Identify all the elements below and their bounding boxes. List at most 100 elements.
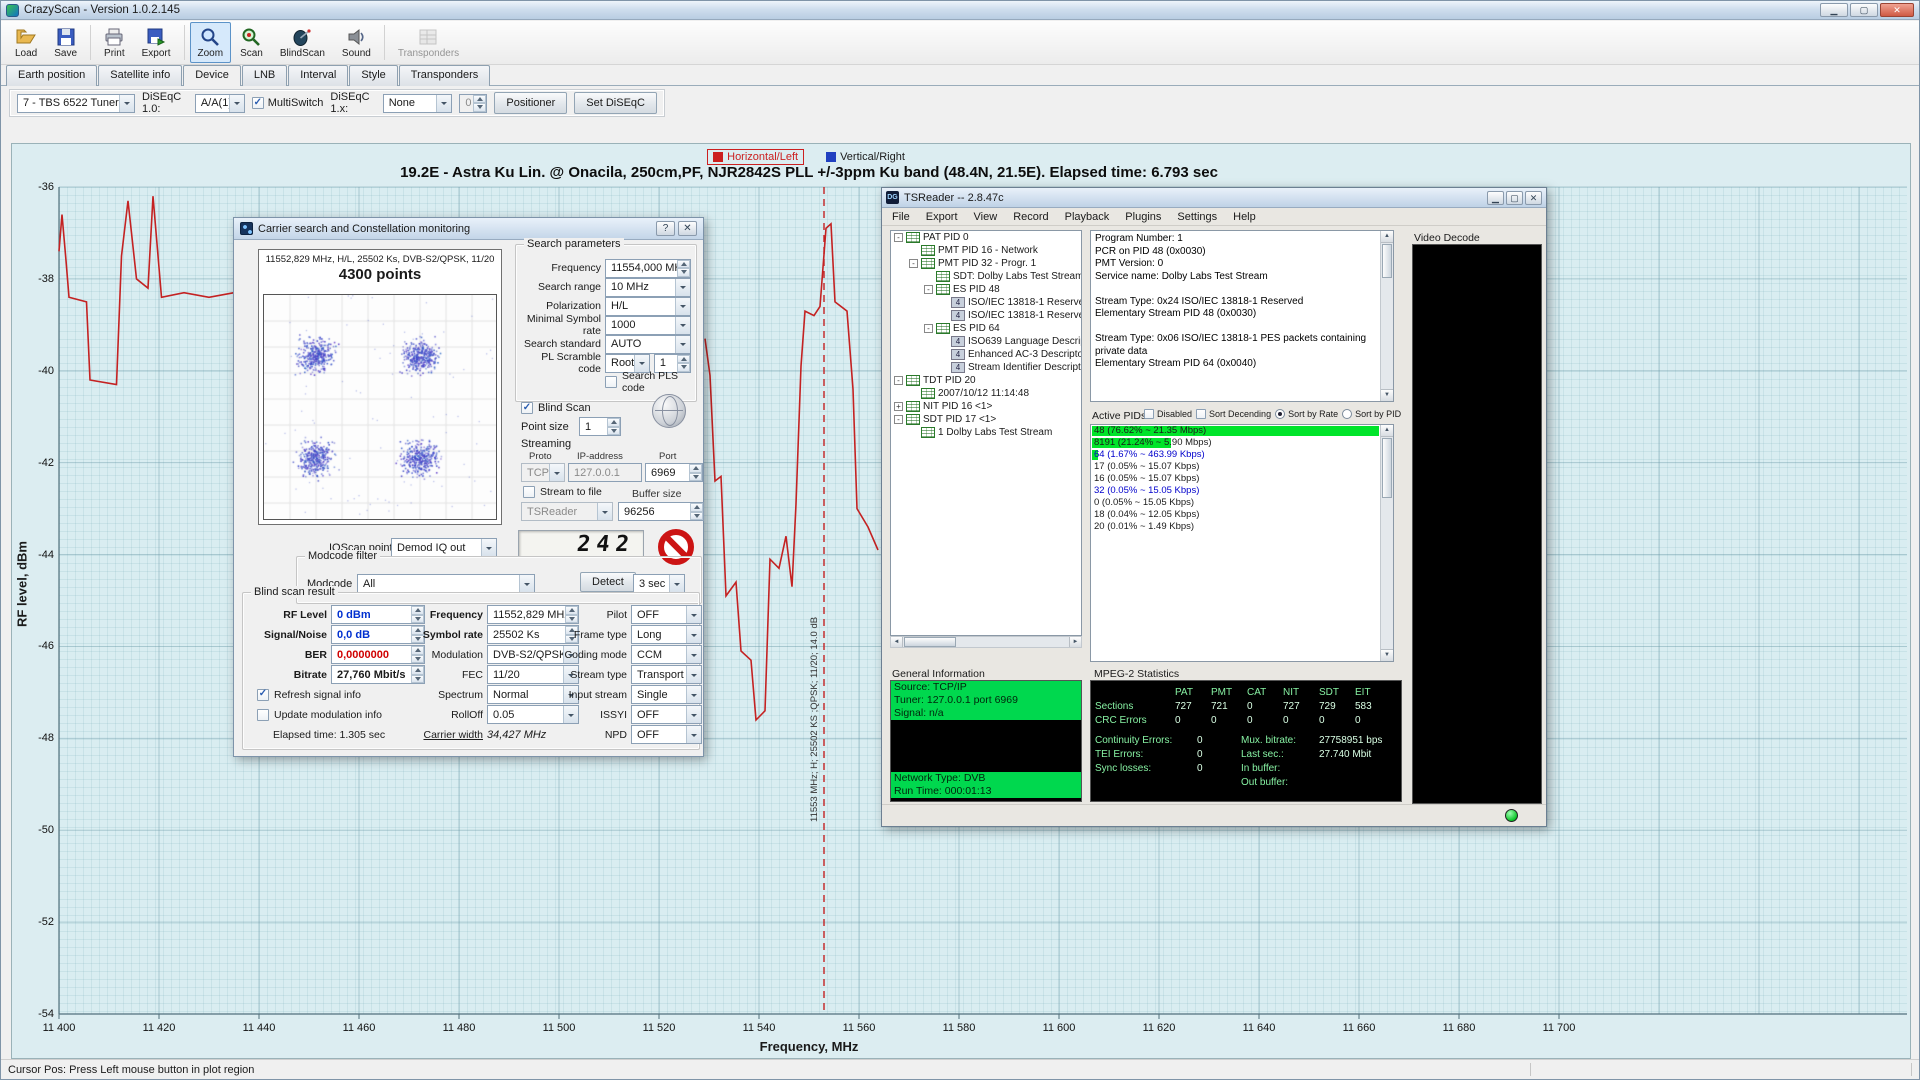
help-button[interactable]: ? bbox=[656, 221, 675, 236]
tree-item[interactable]: -ES PID 48 bbox=[891, 283, 1081, 296]
tree-item[interactable]: 2007/10/12 11:14:48 bbox=[891, 387, 1081, 400]
load-button[interactable]: Load bbox=[7, 22, 45, 63]
result-c3-5-select[interactable]: OFF bbox=[631, 705, 702, 724]
tree-item[interactable]: +NIT PID 16 <1> bbox=[891, 400, 1081, 413]
tree-item[interactable]: 4ISO/IEC 13818-1 Reserved bbox=[891, 309, 1081, 322]
spinner-arrows[interactable] bbox=[677, 260, 690, 277]
scroll-up-icon[interactable]: ▲ bbox=[1381, 231, 1393, 243]
scroll-left-icon[interactable]: ◄ bbox=[891, 637, 903, 647]
tree-item[interactable]: 4ISO639 Language Descripto bbox=[891, 335, 1081, 348]
scroll-down-icon[interactable]: ▼ bbox=[1381, 389, 1393, 401]
spinner-arrows[interactable] bbox=[607, 418, 620, 435]
search-2-select[interactable]: H/L bbox=[605, 297, 691, 316]
collapse-icon[interactable]: - bbox=[909, 259, 918, 268]
result-c3-4-select[interactable]: Single bbox=[631, 685, 702, 704]
result-c3-6-select[interactable]: OFF bbox=[631, 725, 702, 744]
tsreader-close-button[interactable]: ✕ bbox=[1525, 191, 1542, 205]
tsreader-titlebar[interactable]: DG TSReader -- 2.8.47c ▁ ▢ ✕ bbox=[882, 188, 1546, 208]
proto-select[interactable]: TCP bbox=[521, 463, 565, 482]
menu-file[interactable]: File bbox=[884, 209, 918, 225]
pid-row[interactable]: 18 (0.04% ~ 12.05 Kbps) bbox=[1091, 509, 1393, 521]
tree-item[interactable]: -SDT PID 17 <1> bbox=[891, 413, 1081, 426]
scroll-thumb[interactable] bbox=[904, 637, 956, 647]
search-1-select[interactable]: 10 MHz bbox=[605, 278, 691, 297]
tree-horizontal-scrollbar[interactable]: ◄ ► bbox=[890, 636, 1082, 648]
spinner-arrows[interactable] bbox=[690, 503, 703, 520]
collapse-icon[interactable]: - bbox=[894, 415, 903, 424]
menu-settings[interactable]: Settings bbox=[1169, 209, 1225, 225]
menu-export[interactable]: Export bbox=[918, 209, 966, 225]
details-scrollbar[interactable]: ▲ ▼ bbox=[1380, 231, 1393, 401]
sound-button[interactable]: Sound bbox=[334, 22, 379, 63]
tab-lnb[interactable]: LNB bbox=[242, 65, 287, 86]
legend-item-horizontal-left[interactable]: Horizontal/Left bbox=[707, 149, 804, 165]
tree-item[interactable]: -TDT PID 20 bbox=[891, 374, 1081, 387]
tsreader-maximize-button[interactable]: ▢ bbox=[1506, 191, 1523, 205]
search-4-select[interactable]: AUTO bbox=[605, 335, 691, 354]
detect-interval-select[interactable]: 3 sec bbox=[633, 574, 685, 593]
set-diseqc-button[interactable]: Set DiSEqC bbox=[574, 92, 657, 114]
tree-item[interactable]: SDT: Dolby Labs Test Stream bbox=[891, 270, 1081, 283]
menu-plugins[interactable]: Plugins bbox=[1117, 209, 1169, 225]
buffer-size-stepper[interactable]: 96256 bbox=[618, 502, 704, 521]
tab-interval[interactable]: Interval bbox=[288, 65, 348, 86]
tsreader-minimize-button[interactable]: ▁ bbox=[1487, 191, 1504, 205]
ip-address-field[interactable]: 127.0.0.1 bbox=[568, 463, 642, 482]
update-modulation-info-checkbox[interactable] bbox=[257, 709, 269, 721]
pid-row[interactable]: 17 (0.05% ~ 15.07 Kbps) bbox=[1091, 461, 1393, 473]
port-stepper[interactable]: 6969 bbox=[645, 463, 703, 482]
tab-transponders[interactable]: Transponders bbox=[399, 65, 490, 86]
spin-down-icon[interactable] bbox=[677, 268, 690, 277]
spinner-arrows[interactable] bbox=[473, 95, 486, 112]
result-c3-1-select[interactable]: Long bbox=[631, 625, 702, 644]
collapse-icon[interactable]: - bbox=[894, 376, 903, 385]
diseqc1x-select[interactable]: None bbox=[383, 94, 453, 113]
menu-view[interactable]: View bbox=[966, 209, 1006, 225]
tree-item[interactable]: 4Enhanced AC-3 Descriptor bbox=[891, 348, 1081, 361]
scroll-thumb[interactable] bbox=[1382, 438, 1392, 498]
tree-item[interactable]: 4Stream Identifier Descriptor bbox=[891, 361, 1081, 374]
tree-item[interactable]: -ES PID 64 bbox=[891, 322, 1081, 335]
dialog-close-button[interactable]: ✕ bbox=[678, 221, 697, 236]
export-button[interactable]: Export bbox=[134, 22, 179, 63]
diseqc10-select[interactable]: A/A(1) bbox=[195, 94, 245, 113]
scroll-right-icon[interactable]: ► bbox=[1069, 637, 1081, 647]
pid-row[interactable]: 8191 (21.24% ~ 5.90 Mbps) bbox=[1091, 437, 1393, 449]
pid-row[interactable]: 0 (0.05% ~ 15.05 Kbps) bbox=[1091, 497, 1393, 509]
collapse-icon[interactable]: - bbox=[924, 324, 933, 333]
scroll-thumb[interactable] bbox=[1382, 244, 1392, 278]
pid-row[interactable]: 20 (0.01% ~ 1.49 Kbps) bbox=[1091, 521, 1393, 533]
close-button[interactable]: ✕ bbox=[1880, 3, 1914, 17]
print-button[interactable]: Print bbox=[96, 22, 133, 63]
sort-by-rate-radio[interactable] bbox=[1275, 409, 1285, 419]
maximize-button[interactable]: ▢ bbox=[1850, 3, 1878, 17]
sort-decending-checkbox[interactable] bbox=[1196, 409, 1206, 419]
scroll-up-icon[interactable]: ▲ bbox=[1381, 425, 1393, 437]
sort-by-pid-radio[interactable] bbox=[1342, 409, 1352, 419]
transponders-button[interactable]: Transponders bbox=[390, 22, 467, 63]
blind-scan-checkbox[interactable] bbox=[521, 402, 533, 414]
pid-row[interactable]: 48 (76.62% ~ 21.35 Mbps) bbox=[1091, 425, 1393, 437]
legend-item-vertical-right[interactable]: Vertical/Right bbox=[820, 149, 911, 165]
tree-item[interactable]: 4ISO/IEC 13818-1 Reserved bbox=[891, 296, 1081, 309]
search-0-stepper[interactable]: 11554,000 MHz bbox=[605, 259, 691, 278]
scroll-down-icon[interactable]: ▼ bbox=[1381, 649, 1393, 661]
tab-satellite-info[interactable]: Satellite info bbox=[98, 65, 182, 86]
disabled-checkbox[interactable] bbox=[1144, 409, 1154, 419]
result-c3-2-select[interactable]: CCM bbox=[631, 645, 702, 664]
tuner-select[interactable]: 7 - TBS 6522 Tuner 0 bbox=[17, 94, 135, 113]
modcode-select[interactable]: All bbox=[357, 574, 535, 593]
tab-earth-position[interactable]: Earth position bbox=[6, 65, 97, 86]
iqscan-point-select[interactable]: Demod IQ out bbox=[391, 538, 497, 557]
multiswitch-checkbox[interactable] bbox=[252, 97, 264, 109]
result-c3-3-select[interactable]: Transport bbox=[631, 665, 702, 684]
spinner-arrows[interactable] bbox=[677, 355, 690, 372]
diseqc-index-stepper[interactable]: 0 bbox=[459, 94, 487, 113]
search-3-select[interactable]: 1000 bbox=[605, 316, 691, 335]
refresh-signal-info-checkbox[interactable] bbox=[257, 689, 269, 701]
stream-to-file-checkbox[interactable] bbox=[523, 486, 535, 498]
pid-row[interactable]: 64 (1.67% ~ 463.99 Kbps) bbox=[1091, 449, 1393, 461]
positioner-button[interactable]: Positioner bbox=[494, 92, 567, 114]
detect-button[interactable]: Detect bbox=[580, 572, 636, 592]
save-button[interactable]: Save bbox=[46, 22, 85, 63]
